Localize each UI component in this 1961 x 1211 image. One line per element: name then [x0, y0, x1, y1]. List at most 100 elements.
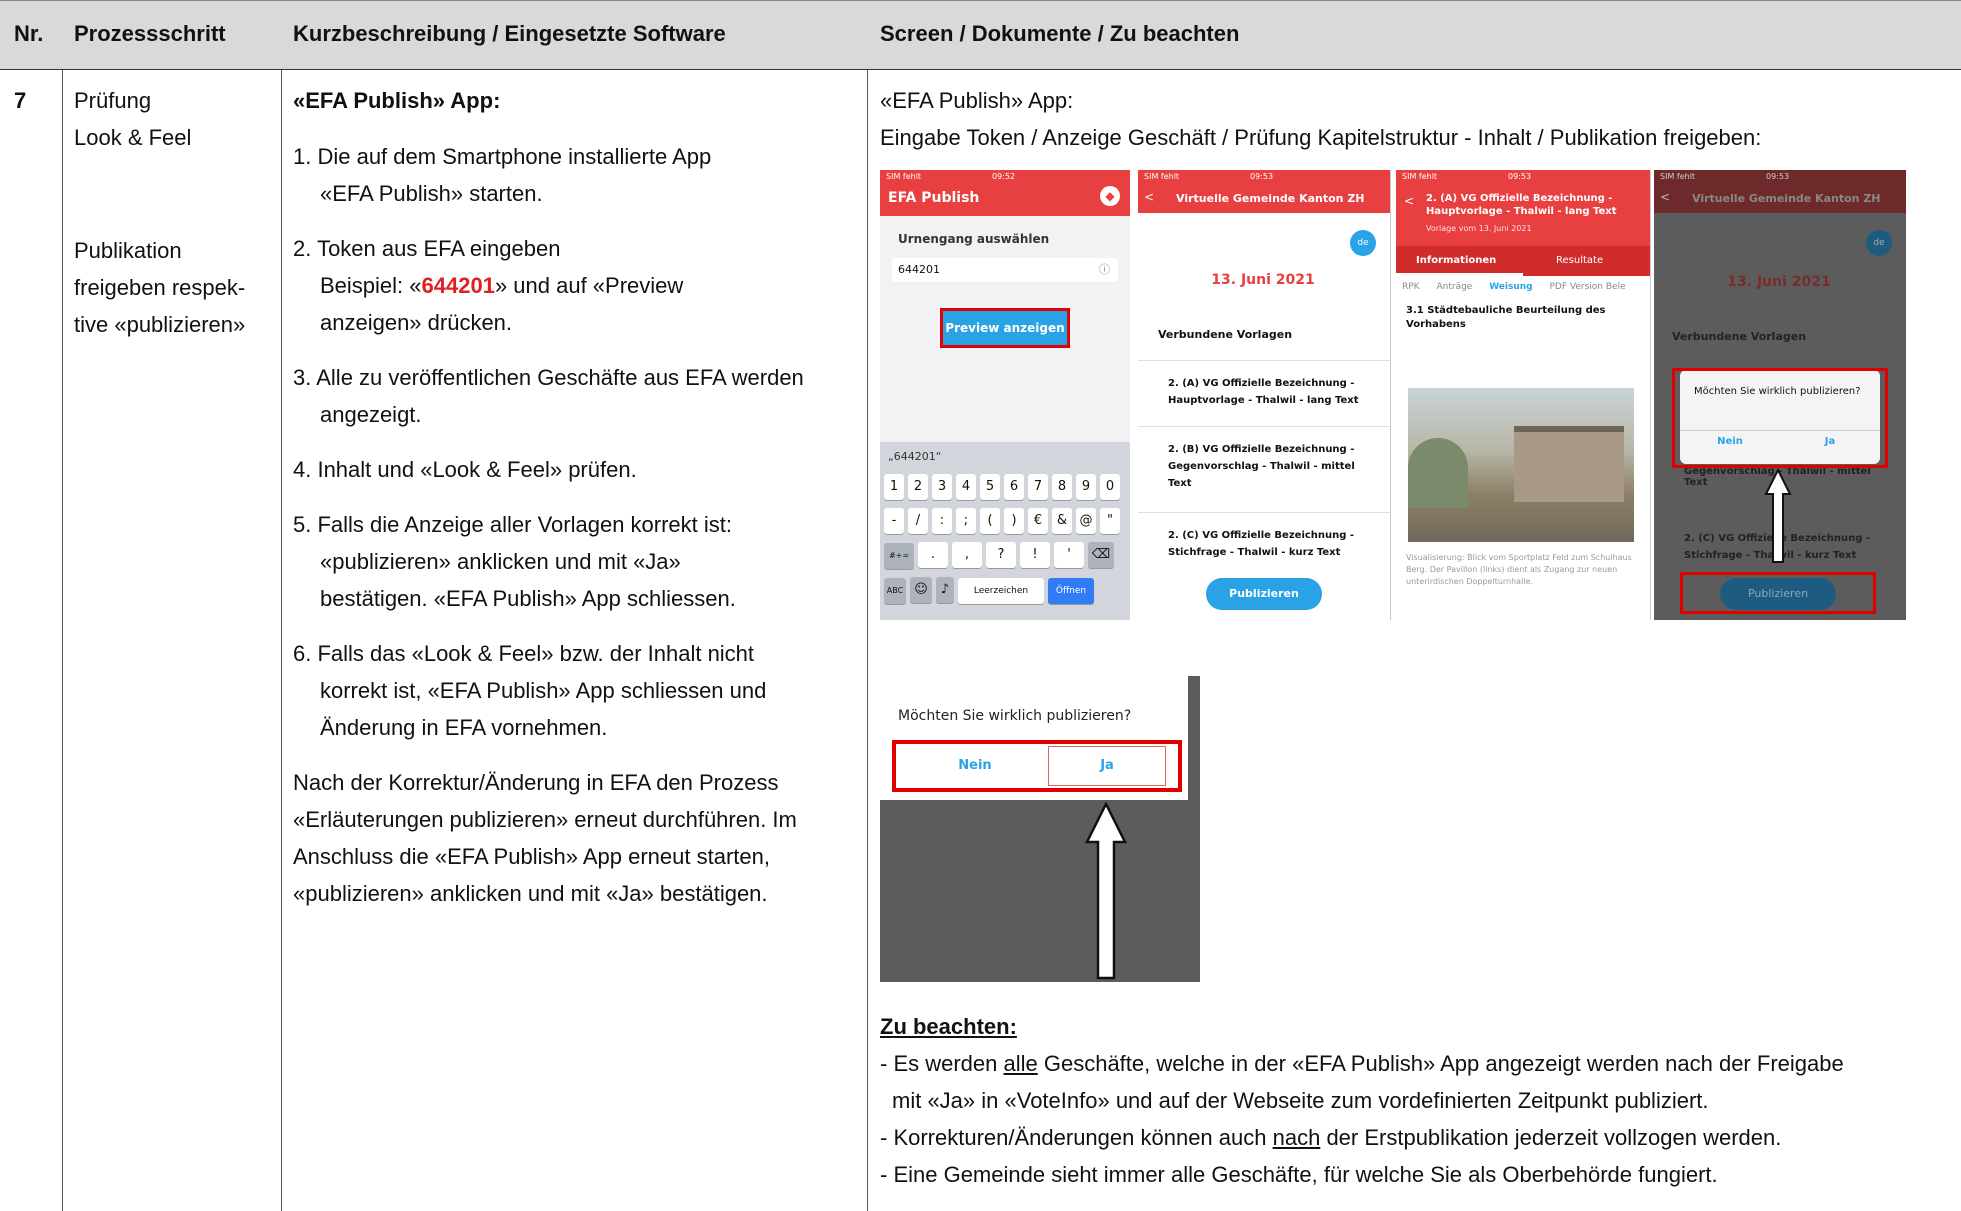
- back-icon[interactable]: <: [1144, 190, 1154, 204]
- key[interactable]: ": [1100, 508, 1120, 534]
- backspace-icon[interactable]: ⌫: [1088, 542, 1114, 568]
- step-4: 4. Inhalt und «Look & Feel» prüfen.: [293, 457, 637, 482]
- highlight-box: [1680, 572, 1876, 614]
- back-icon[interactable]: <: [1404, 194, 1414, 208]
- key[interactable]: ,: [952, 542, 982, 568]
- status-bar: SIM fehlt 09:52: [880, 170, 1130, 186]
- screen-line: «EFA Publish» App:: [880, 88, 1074, 113]
- phone-screenshot-confirm: SIM fehlt 09:53 < Virtuelle Gemeinde Kant…: [1654, 170, 1906, 620]
- step-1: 1. Die auf dem Smartphone installierte A…: [293, 138, 863, 212]
- key[interactable]: &: [1052, 508, 1072, 534]
- key[interactable]: ?: [986, 542, 1016, 568]
- column-divider: [62, 70, 63, 1211]
- key[interactable]: 6: [1004, 474, 1024, 500]
- step-text: 5. Falls die Anzeige aller Vorlagen korr…: [293, 512, 733, 537]
- key[interactable]: :: [932, 508, 952, 534]
- key[interactable]: 8: [1052, 474, 1072, 500]
- step-line: Prüfung: [74, 88, 152, 113]
- notes: Zu beachten: - Es werden alle Geschäfte,…: [880, 1008, 1950, 1193]
- note-emphasis: nach: [1272, 1125, 1321, 1150]
- screen-line: Eingabe Token / Anzeige Geschäft / Prüfu…: [880, 125, 1762, 150]
- key[interactable]: 0: [1100, 474, 1120, 500]
- vote-date: 13. Juni 2021: [1211, 272, 1315, 288]
- status-bar: SIM fehlt 09:53: [1654, 170, 1906, 186]
- phone-screenshot-token: SIM fehlt 09:52 EFA Publish ◆ Urnengang a…: [880, 170, 1130, 620]
- open-key[interactable]: Öffnen: [1048, 578, 1094, 604]
- key[interactable]: -: [884, 508, 904, 534]
- key[interactable]: ;: [956, 508, 976, 534]
- row-number: 7: [14, 88, 27, 113]
- info-icon: ⓘ: [1099, 263, 1110, 276]
- highlight-box: [892, 740, 1182, 792]
- step-text: 3. Alle zu veröffentlichen Geschäfte aus…: [293, 365, 804, 390]
- section-title: Verbundene Vorlagen: [1672, 330, 1807, 343]
- emoji-icon[interactable]: ☺: [910, 577, 932, 603]
- space-key[interactable]: Leerzeichen: [958, 578, 1044, 604]
- publish-button[interactable]: Publizieren: [1206, 578, 1322, 610]
- phone-screenshot-detail: SIM fehlt 09:53 < 2. (A) VG Offizielle Be…: [1396, 170, 1651, 620]
- key[interactable]: 4: [956, 474, 976, 500]
- key[interactable]: #+=: [884, 543, 914, 569]
- status-text: SIM fehlt: [886, 172, 922, 181]
- key[interactable]: /: [908, 508, 928, 534]
- key[interactable]: ABC: [884, 578, 906, 604]
- arrow-up-icon: [1084, 802, 1128, 980]
- note-line: «publizieren» anklicken und mit «Ja» bes…: [293, 881, 768, 906]
- lock-icon[interactable]: ◆: [1100, 186, 1120, 206]
- keyboard-suggestion[interactable]: „644201“: [880, 442, 1130, 468]
- subtab-bar: RPK Anträge Weisung PDF Version Bele: [1396, 282, 1650, 292]
- microphone-icon[interactable]: ♪: [936, 577, 954, 603]
- list-item[interactable]: 2. (C) VG Offizielle Bezeichnung - Stich…: [1138, 513, 1390, 579]
- tree-shape: [1408, 438, 1468, 508]
- step-line: freigeben respek-: [74, 275, 246, 300]
- language-badge[interactable]: de: [1866, 230, 1892, 256]
- subtab[interactable]: PDF Version Bele: [1550, 282, 1626, 292]
- step-line: Look & Feel: [74, 125, 192, 150]
- step-text: «EFA Publish» starten.: [320, 181, 543, 206]
- key[interactable]: 1: [884, 474, 904, 500]
- tab-indicator: [1396, 273, 1523, 276]
- key[interactable]: @: [1076, 508, 1096, 534]
- key[interactable]: 5: [980, 474, 1000, 500]
- key[interactable]: 2: [908, 474, 928, 500]
- token-input[interactable]: 644201 ⓘ: [892, 258, 1118, 282]
- key[interactable]: .: [918, 542, 948, 568]
- subtab[interactable]: RPK: [1402, 282, 1420, 292]
- key[interactable]: ': [1054, 542, 1084, 568]
- key[interactable]: €: [1028, 508, 1048, 534]
- keyboard-row-punct: #+=.,?! ' ⌫: [880, 534, 1130, 569]
- header-step: Prozessschritt: [74, 21, 226, 46]
- app-bar: SIM fehlt 09:53 < Virtuelle Gemeinde Kant…: [1654, 170, 1906, 213]
- step-text: Änderung in EFA vornehmen.: [320, 715, 608, 740]
- linked-items: 2. (A) VG Offizielle Bezeichnung - Haupt…: [1138, 360, 1390, 579]
- key[interactable]: !: [1020, 542, 1050, 568]
- key[interactable]: 7: [1028, 474, 1048, 500]
- subtab[interactable]: Anträge: [1436, 282, 1472, 292]
- key[interactable]: 3: [932, 474, 952, 500]
- highlight-box: [1672, 368, 1888, 468]
- back-icon[interactable]: <: [1660, 190, 1670, 204]
- status-time: 09:53: [1508, 172, 1532, 181]
- header-nr: Nr.: [14, 21, 44, 46]
- language-badge[interactable]: de: [1350, 230, 1376, 256]
- tab-resultate[interactable]: Resultate: [1556, 255, 1603, 266]
- key[interactable]: (: [980, 508, 1000, 534]
- list-item[interactable]: 2. (A) VG Offizielle Bezeichnung - Haupt…: [1138, 361, 1390, 427]
- note-bullet: - Eine Gemeinde sieht immer alle Geschäf…: [880, 1162, 1718, 1187]
- app-bar: SIM fehlt 09:52 EFA Publish ◆: [880, 170, 1130, 216]
- step-line: tive «publizieren»: [74, 312, 246, 337]
- process-table: Nr. Prozessschritt Kurzbeschreibung / Ei…: [0, 0, 1961, 1211]
- list-item[interactable]: 2. (B) VG Offizielle Bezeichnung - Gegen…: [1138, 427, 1390, 513]
- subtab-active[interactable]: Weisung: [1489, 282, 1533, 292]
- key[interactable]: 9: [1076, 474, 1096, 500]
- step-text: 2. Token aus EFA eingeben: [293, 236, 561, 261]
- status-bar: SIM fehlt 09:53: [1396, 170, 1650, 186]
- tab-informationen[interactable]: Informationen: [1416, 255, 1496, 266]
- zoomed-confirm-dialog: Möchten Sie wirklich publizieren? Nein J…: [880, 676, 1200, 982]
- step-5: 5. Falls die Anzeige aller Vorlagen korr…: [293, 506, 863, 617]
- process-step-check: Prüfung Look & Feel: [74, 82, 191, 156]
- note-text: der Erstpublikation jederzeit vollzogen …: [1320, 1125, 1782, 1150]
- key[interactable]: ): [1004, 508, 1024, 534]
- step-text: korrekt ist, «EFA Publish» App schliesse…: [320, 678, 767, 703]
- step-text: Beispiel: «644201» und auf «Preview: [293, 267, 863, 304]
